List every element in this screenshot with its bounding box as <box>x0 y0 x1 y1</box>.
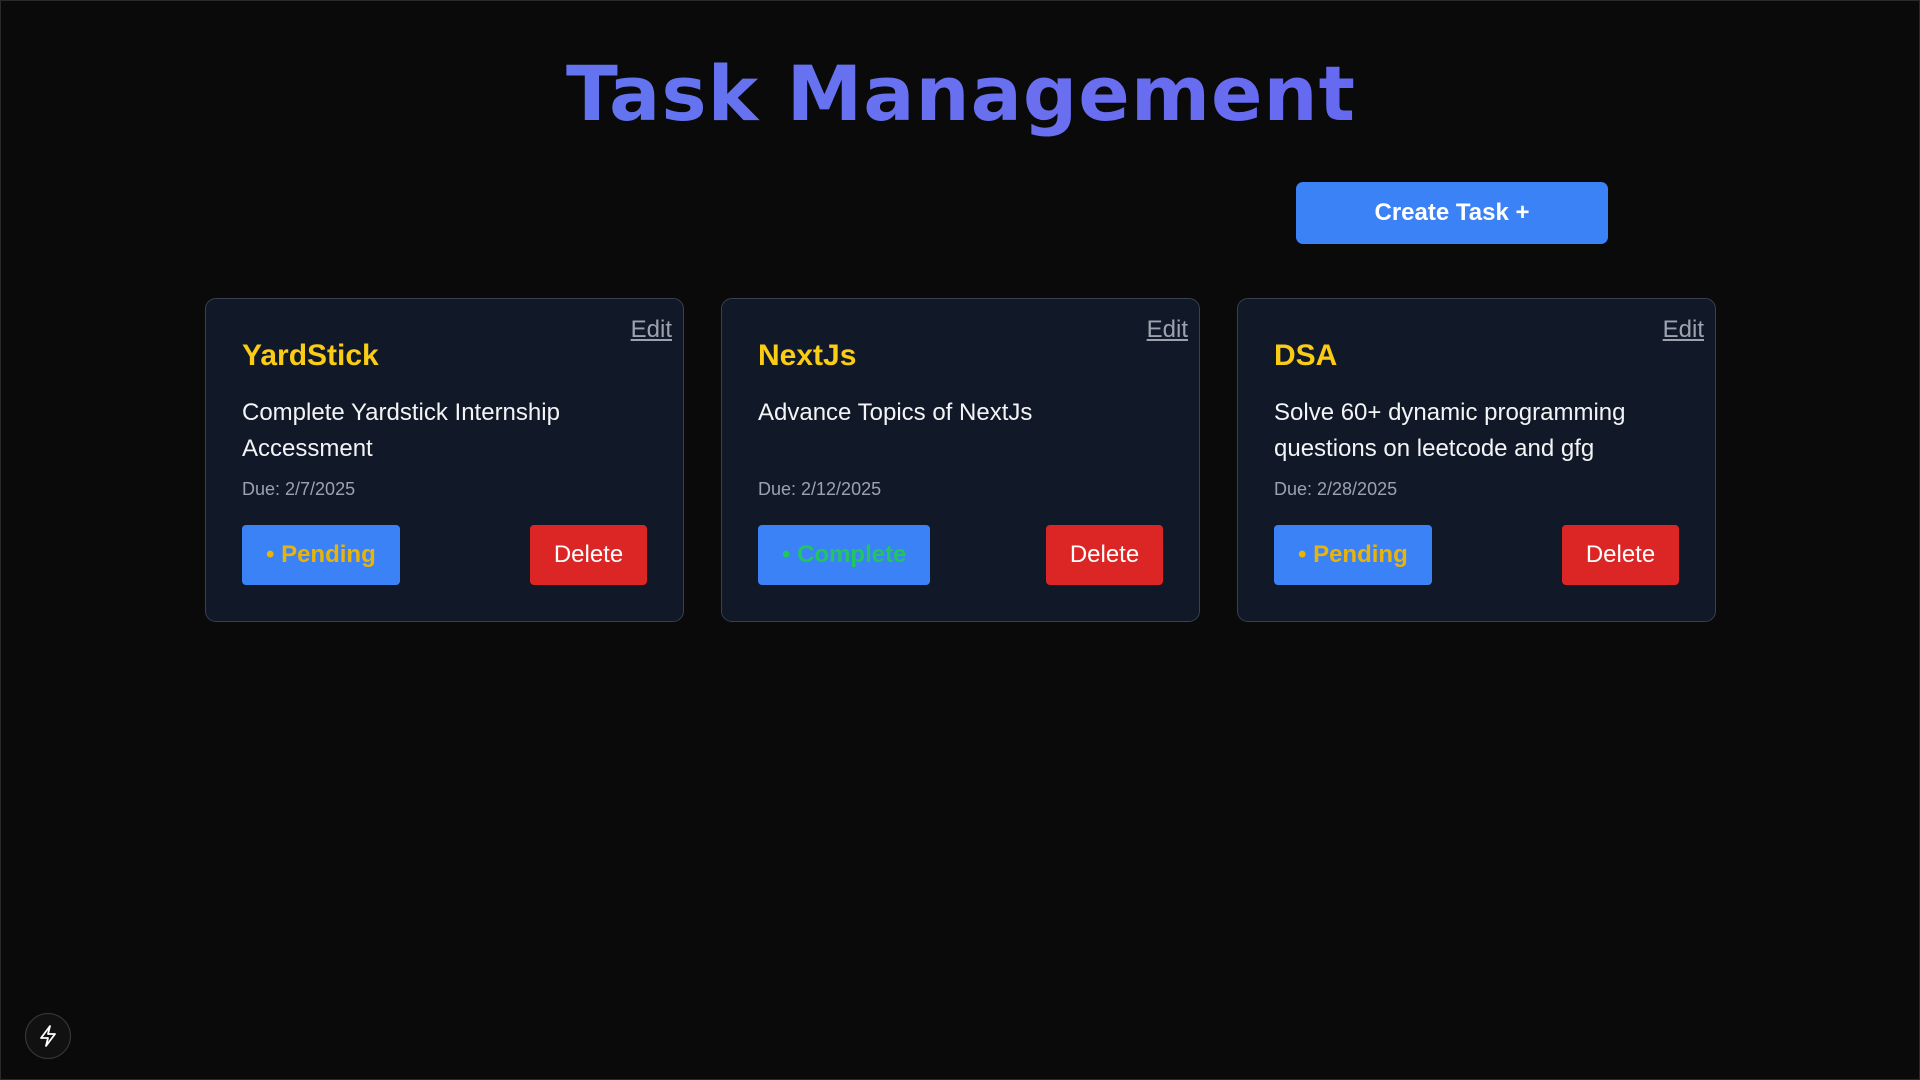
task-title: NextJs <box>758 339 857 372</box>
lightning-bolt-icon <box>40 1025 56 1047</box>
delete-button[interactable]: Delete <box>1562 525 1679 585</box>
task-card: Edit NextJs Advance Topics of NextJs Due… <box>721 298 1200 622</box>
page-title: Task Management <box>1 49 1920 138</box>
app-frame: Task Management Create Task + Edit YardS… <box>0 0 1920 1080</box>
task-due-date: Due: 2/12/2025 <box>758 479 882 499</box>
create-task-button[interactable]: Create Task + <box>1296 182 1608 244</box>
task-due-date: Due: 2/7/2025 <box>242 479 356 499</box>
delete-button[interactable]: Delete <box>1046 525 1163 585</box>
status-toggle-button[interactable]: • Complete <box>758 525 931 585</box>
task-description: Advance Topics of NextJs <box>758 399 1033 426</box>
task-card: Edit DSA Solve 60+ dynamic programming q… <box>1237 298 1716 622</box>
task-description: Solve 60+ dynamic programming questions … <box>1274 399 1626 462</box>
status-toggle-button[interactable]: • Pending <box>1274 525 1432 585</box>
edit-link[interactable]: Edit <box>1147 316 1188 344</box>
edit-link[interactable]: Edit <box>1663 316 1704 344</box>
task-due-date: Due: 2/28/2025 <box>1274 479 1398 499</box>
edit-link[interactable]: Edit <box>631 316 672 344</box>
task-title: DSA <box>1274 339 1338 372</box>
delete-button[interactable]: Delete <box>530 525 647 585</box>
task-title: YardStick <box>242 339 379 372</box>
task-description: Complete Yardstick Internship Accessment <box>242 399 560 462</box>
dev-tools-badge[interactable] <box>25 1013 71 1059</box>
status-toggle-button[interactable]: • Pending <box>242 525 400 585</box>
task-card: Edit YardStick Complete Yardstick Intern… <box>205 298 684 622</box>
